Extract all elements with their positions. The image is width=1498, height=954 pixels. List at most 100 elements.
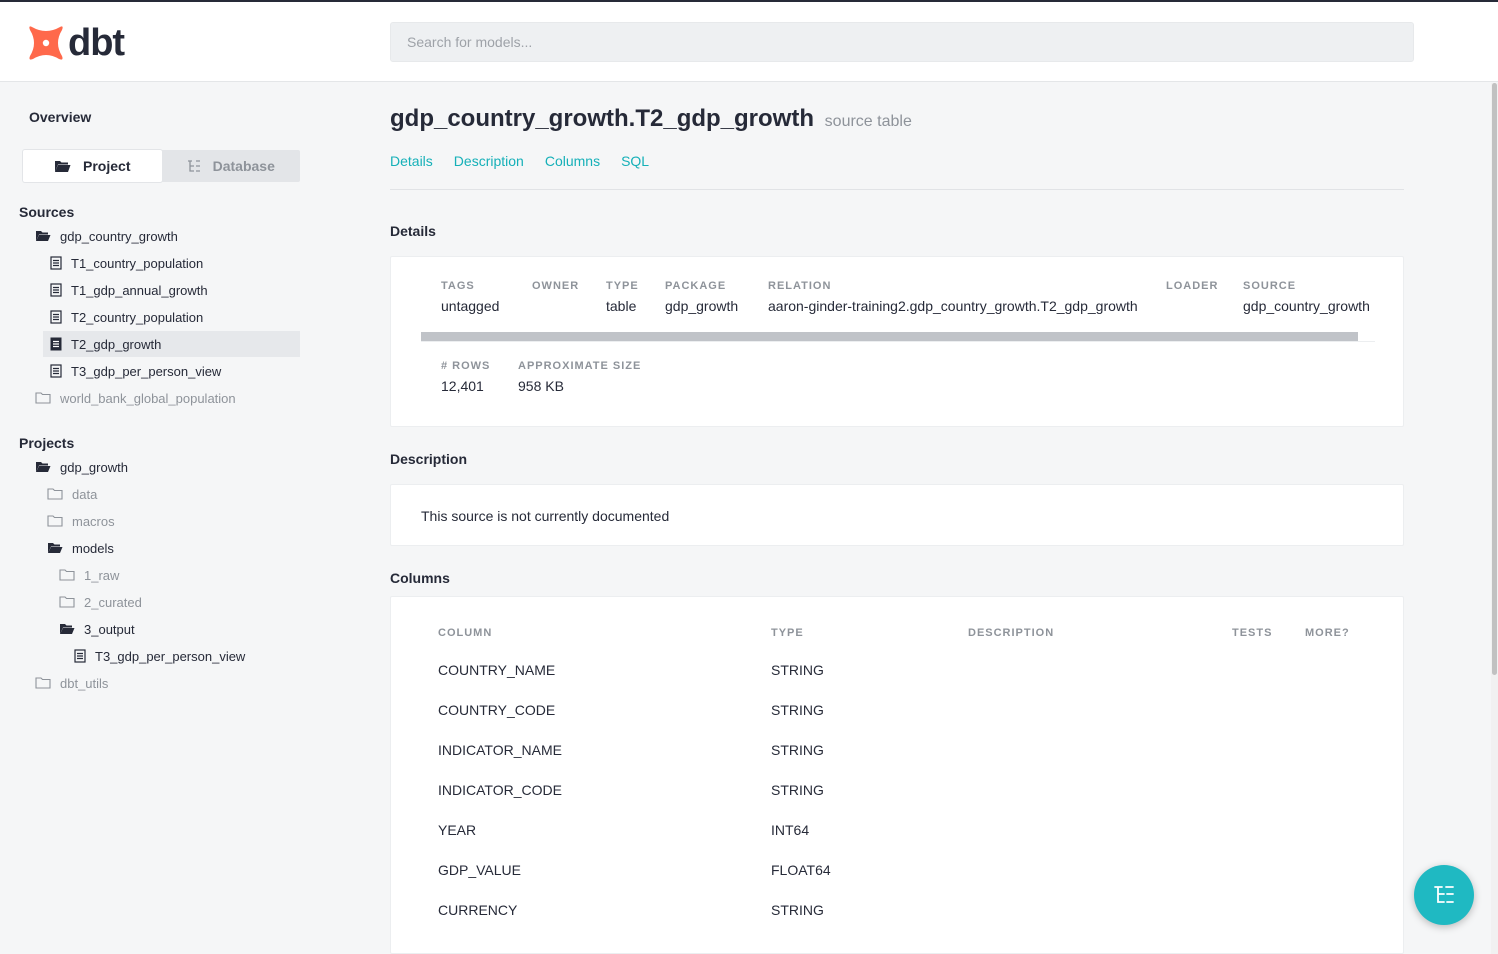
tree-label: T3_gdp_per_person_view xyxy=(95,648,246,664)
tree-label: 2_curated xyxy=(84,594,142,610)
meta-value: gdp_country_growth xyxy=(1243,298,1370,314)
project-tab[interactable]: Project xyxy=(23,150,162,182)
tab-description[interactable]: Description xyxy=(454,153,524,169)
meta-value: aaron-ginder-training2.gdp_country_growt… xyxy=(768,298,1138,314)
folder-icon xyxy=(59,569,75,581)
folder-open-icon xyxy=(36,231,51,241)
table-row[interactable]: CURRENCY STRING xyxy=(391,890,1405,930)
col-header-description: DESCRIPTION xyxy=(968,627,1055,639)
database-tab-label: Database xyxy=(212,158,275,174)
tree-folder-dbt-utils[interactable]: dbt_utils xyxy=(35,670,300,696)
folder-icon xyxy=(35,392,51,404)
meta-loader: LOADER xyxy=(1166,280,1218,298)
tab-details[interactable]: Details xyxy=(390,153,433,169)
col-header-type[interactable]: TYPE xyxy=(771,627,804,639)
tree-label: 1_raw xyxy=(84,567,120,583)
column-name: COUNTRY_NAME xyxy=(438,662,556,678)
tree-folder-models[interactable]: models xyxy=(47,535,300,561)
tree-file-t3-gdp-per-person-view[interactable]: T3_gdp_per_person_view xyxy=(43,358,300,384)
table-row[interactable]: INDICATOR_CODE STRING xyxy=(391,770,1405,810)
view-switch: Project Database xyxy=(23,150,300,182)
page-scrollbar[interactable] xyxy=(1491,83,1498,954)
sidebar: Overview Project Database Sources gdp_co… xyxy=(0,83,330,954)
file-icon xyxy=(50,256,62,270)
divider xyxy=(390,189,1404,190)
description-card: This source is not currently documented xyxy=(390,484,1404,546)
title-text: gdp_country_growth.T2_gdp_growth xyxy=(390,105,814,132)
tree-folder-3-output[interactable]: 3_output xyxy=(59,616,300,642)
tree-label: T3_gdp_per_person_view xyxy=(71,363,222,379)
column-name: COUNTRY_CODE xyxy=(438,702,556,718)
details-horizontal-scrollbar[interactable] xyxy=(421,332,1375,342)
database-tab[interactable]: Database xyxy=(162,150,301,182)
meta-key: APPROXIMATE SIZE xyxy=(518,360,642,372)
col-header-more: MORE? xyxy=(1305,627,1350,639)
columns-title: Columns xyxy=(390,570,450,586)
stat-size: APPROXIMATE SIZE 958 KB xyxy=(518,360,641,394)
column-name: INDICATOR_CODE xyxy=(438,782,562,798)
top-header: dbt xyxy=(0,2,1498,82)
meta-key: TAGS xyxy=(441,280,475,292)
description-text: This source is not currently documented xyxy=(421,508,670,524)
meta-value: table xyxy=(606,298,637,314)
tree-folder-data[interactable]: data xyxy=(47,481,300,507)
table-row[interactable]: INDICATOR_NAME STRING xyxy=(391,730,1405,770)
description-title: Description xyxy=(390,451,468,467)
tree-file-t3-gdp-per-person-view-model[interactable]: T3_gdp_per_person_view xyxy=(67,643,300,669)
file-icon xyxy=(50,364,62,378)
column-name: GDP_VALUE xyxy=(438,862,521,878)
tree-label: macros xyxy=(72,513,115,529)
projects-title: Projects xyxy=(19,435,75,451)
meta-key: TYPE xyxy=(606,280,639,292)
tree-label: T2_gdp_growth xyxy=(71,336,162,352)
table-row[interactable]: GDP_VALUE FLOAT64 xyxy=(391,850,1405,890)
table-row[interactable]: COUNTRY_CODE STRING xyxy=(391,690,1405,730)
table-row[interactable]: COUNTRY_NAME STRING xyxy=(391,650,1405,690)
table-row[interactable]: YEAR INT64 xyxy=(391,810,1405,850)
tree-file-t1-gdp-annual-growth[interactable]: T1_gdp_annual_growth xyxy=(43,277,300,303)
dbt-logo[interactable]: dbt xyxy=(28,24,125,62)
tree-folder-1-raw[interactable]: 1_raw xyxy=(59,562,300,588)
column-name: INDICATOR_NAME xyxy=(438,742,562,758)
project-tab-label: Project xyxy=(83,158,131,174)
tree-file-t2-gdp-growth[interactable]: T2_gdp_growth xyxy=(43,331,300,357)
tree-folder-gdp-country-growth[interactable]: gdp_country_growth xyxy=(35,223,300,249)
overview-link[interactable]: Overview xyxy=(29,109,91,125)
file-icon xyxy=(50,283,62,297)
tree-label: T1_gdp_annual_growth xyxy=(71,282,208,298)
scrollbar-thumb[interactable] xyxy=(1492,83,1497,675)
meta-value: gdp_growth xyxy=(665,298,739,314)
column-type: STRING xyxy=(771,902,824,918)
folder-icon xyxy=(47,515,63,527)
meta-key: LOADER xyxy=(1166,280,1219,292)
meta-key: SOURCE xyxy=(1243,280,1297,292)
column-type: INT64 xyxy=(771,822,810,838)
tree-label: gdp_country_growth xyxy=(60,228,178,244)
column-type: STRING xyxy=(771,702,824,718)
col-header-column[interactable]: COLUMN xyxy=(438,627,492,639)
details-title: Details xyxy=(390,223,436,239)
meta-value: 958 KB xyxy=(518,378,564,394)
tree-label: T1_country_population xyxy=(71,255,204,271)
tab-columns[interactable]: Columns xyxy=(545,153,600,169)
tree-folder-2-curated[interactable]: 2_curated xyxy=(59,589,300,615)
column-name: YEAR xyxy=(438,822,477,838)
tree-folder-gdp-growth[interactable]: gdp_growth xyxy=(35,454,300,480)
tree-folder-macros[interactable]: macros xyxy=(47,508,300,534)
folder-open-icon xyxy=(55,160,71,172)
scrollbar-thumb[interactable] xyxy=(421,332,1358,341)
tree-file-t1-country-population[interactable]: T1_country_population xyxy=(43,250,300,276)
column-name: CURRENCY xyxy=(438,902,518,918)
meta-relation: RELATION aaron-ginder-training2.gdp_coun… xyxy=(768,280,1138,314)
column-type: STRING xyxy=(771,742,824,758)
tab-sql[interactable]: SQL xyxy=(621,153,649,169)
meta-key: RELATION xyxy=(768,280,832,292)
tree-file-t2-country-population[interactable]: T2_country_population xyxy=(43,304,300,330)
lineage-graph-button[interactable] xyxy=(1414,865,1474,925)
tree-folder-world-bank-global-population[interactable]: world_bank_global_population xyxy=(35,385,300,411)
meta-type: TYPE table xyxy=(606,280,639,314)
folder-icon xyxy=(47,488,63,500)
search-input[interactable] xyxy=(390,22,1414,62)
folder-open-icon xyxy=(36,462,51,472)
tree-label: models xyxy=(72,540,114,556)
